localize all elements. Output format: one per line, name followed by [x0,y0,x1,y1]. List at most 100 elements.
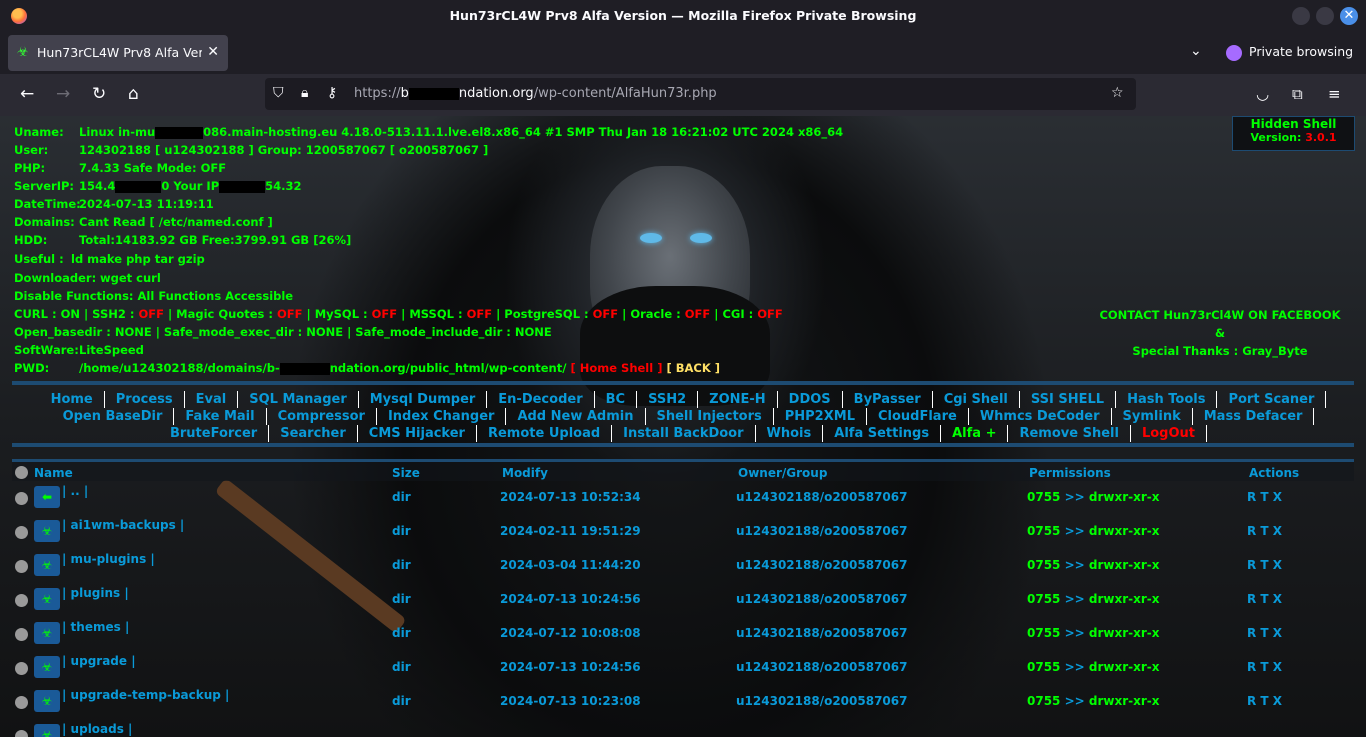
pwd-path-link[interactable]: /home/u124302188/domains/b- [79,361,280,375]
close-window-button[interactable]: ✕ [1340,7,1358,25]
pwd-path-link-2[interactable]: ndation.org/public_html/wp-content/ [330,361,567,375]
row-checkbox[interactable] [15,696,28,709]
file-modified[interactable]: 2024-07-13 10:23:08 [500,694,641,708]
menu-fake-mail[interactable]: Fake Mail [174,408,267,425]
select-all-checkbox[interactable] [15,466,28,479]
menu-remove-shell[interactable]: Remove Shell [1008,425,1131,442]
file-modified[interactable]: 2024-02-11 19:51:29 [500,524,641,538]
close-tab-icon[interactable]: ✕ [207,44,219,60]
menu-hash-tools[interactable]: Hash Tools [1116,391,1218,408]
menu-ssi-shell[interactable]: SSI SHELL [1020,391,1117,408]
menu-whmcs-decoder[interactable]: Whmcs DeCoder [969,408,1112,425]
menu-logout[interactable]: LogOut [1131,425,1207,442]
file-modified[interactable]: 2024-07-12 10:08:08 [500,626,641,640]
row-checkbox[interactable] [15,492,28,505]
file-name-link[interactable]: | .. | [62,484,88,498]
menu-zone-h[interactable]: ZONE-H [698,391,778,408]
menu-shell-injectors[interactable]: Shell Injectors [646,408,774,425]
col-size[interactable]: Size [392,466,420,480]
home-icon[interactable]: ⌂ [128,84,139,104]
extensions-icon[interactable]: ⧉ [1292,84,1303,104]
table-row[interactable]: ⬅ | .. | dir 2024-07-13 10:52:34 u124302… [12,482,1354,514]
menu-remote-upload[interactable]: Remote Upload [477,425,613,442]
file-modified[interactable]: 2024-07-13 10:24:56 [500,660,641,674]
menu-port-scaner[interactable]: Port Scaner [1217,391,1327,408]
file-name-link[interactable]: | ai1wm-backups | [62,518,184,532]
file-name-link[interactable]: | uploads | [62,722,132,736]
table-row[interactable]: ☣ | upgrade-temp-backup | dir 2024-07-13… [12,686,1354,718]
row-checkbox[interactable] [15,662,28,675]
menu-php2xml[interactable]: PHP2XML [774,408,867,425]
menu-index-changer[interactable]: Index Changer [377,408,507,425]
table-row[interactable]: ☣ | upgrade | dir 2024-07-13 10:24:56 u1… [12,652,1354,684]
file-actions[interactable]: R T X [1247,490,1282,504]
list-all-tabs-icon[interactable]: ⌄ [1190,43,1202,59]
file-actions[interactable]: R T X [1247,558,1282,572]
menu-bc[interactable]: BC [595,391,638,408]
file-actions[interactable]: R T X [1247,626,1282,640]
file-modified[interactable]: 2024-07-13 10:52:34 [500,490,641,504]
file-name-link[interactable]: | upgrade-temp-backup | [62,688,229,702]
file-permissions[interactable]: 0755 >> drwxr-xr-x [1027,558,1160,572]
file-permissions[interactable]: 0755 >> drwxr-xr-x [1027,626,1160,640]
menu-alfa-plus[interactable]: Alfa + [941,425,1009,442]
folder-icon[interactable]: ☣ [34,690,60,712]
row-checkbox[interactable] [15,594,28,607]
table-row[interactable]: ☣ | ai1wm-backups | dir 2024-02-11 19:51… [12,516,1354,548]
file-actions[interactable]: R T X [1247,660,1282,674]
file-name-link[interactable]: | upgrade | [62,654,136,668]
file-name-link[interactable]: | themes | [62,620,129,634]
table-row[interactable]: ☣ | plugins | dir 2024-07-13 10:24:56 u1… [12,584,1354,616]
forward-icon[interactable]: → [56,84,70,104]
reload-icon[interactable]: ↻ [92,84,106,104]
file-permissions[interactable]: 0755 >> drwxr-xr-x [1027,490,1160,504]
file-modified[interactable]: 2024-03-04 11:44:20 [500,558,641,572]
file-name-link[interactable]: | mu-plugins | [62,552,155,566]
file-permissions[interactable]: 0755 >> drwxr-xr-x [1027,660,1160,674]
menu-sql-manager[interactable]: SQL Manager [238,391,359,408]
row-checkbox[interactable] [15,560,28,573]
menu-install-backdoor[interactable]: Install BackDoor [612,425,756,442]
file-actions[interactable]: R T X [1247,524,1282,538]
file-permissions[interactable]: 0755 >> drwxr-xr-x [1027,524,1160,538]
file-modified[interactable]: 2024-07-13 10:24:56 [500,592,641,606]
menu-eval[interactable]: Eval [185,391,239,408]
folder-icon[interactable]: ☣ [34,554,60,576]
menu-mysql-dumper[interactable]: Mysql Dumper [359,391,488,408]
permissions-key-icon[interactable]: ⚷ [327,85,337,101]
menu-open-basedir[interactable]: Open BaseDir [52,408,175,425]
folder-icon[interactable]: ☣ [34,520,60,542]
table-row[interactable]: ☣ | themes | dir 2024-07-12 10:08:08 u12… [12,618,1354,650]
folder-icon[interactable]: ☣ [34,588,60,610]
folder-icon[interactable]: ☣ [34,656,60,678]
table-row[interactable]: ☣ | mu-plugins | dir 2024-03-04 11:44:20… [12,550,1354,582]
folder-icon[interactable]: ☣ [34,622,60,644]
minimize-button[interactable] [1292,7,1310,25]
maximize-button[interactable] [1316,7,1334,25]
menu-cloudflare[interactable]: CloudFlare [867,408,969,425]
menu-bruteforcer[interactable]: BruteForcer [159,425,270,442]
menu-alfa-settings[interactable]: Alfa Settings [823,425,942,442]
menu-compressor[interactable]: Compressor [267,408,377,425]
pocket-icon[interactable]: ◡ [1256,84,1269,104]
menu-symlink[interactable]: Symlink [1112,408,1193,425]
col-name[interactable]: Name [34,466,73,480]
menu-cms-hijacker[interactable]: CMS Hijacker [358,425,477,442]
menu-cgi-shell[interactable]: Cgi Shell [933,391,1020,408]
shield-icon[interactable]: ⛉ [273,85,284,101]
menu-searcher[interactable]: Searcher [269,425,358,442]
bookmark-star-icon[interactable]: ☆ [1111,85,1124,101]
file-permissions[interactable]: 0755 >> drwxr-xr-x [1027,694,1160,708]
home-shell-link[interactable]: [ Home Shell ] [570,361,662,375]
back-arrow-icon[interactable]: ⬅ [34,486,60,508]
back-link[interactable]: [ BACK ] [666,361,720,375]
row-checkbox[interactable] [15,730,28,737]
row-checkbox[interactable] [15,526,28,539]
menu-ddos[interactable]: DDOS [778,391,843,408]
menu-add-new-admin[interactable]: Add New Admin [506,408,646,425]
menu-whois[interactable]: Whois [756,425,824,442]
file-permissions[interactable]: 0755 >> drwxr-xr-x [1027,592,1160,606]
col-owner[interactable]: Owner/Group [738,466,827,480]
menu-en-decoder[interactable]: En-Decoder [487,391,595,408]
menu-process[interactable]: Process [105,391,185,408]
